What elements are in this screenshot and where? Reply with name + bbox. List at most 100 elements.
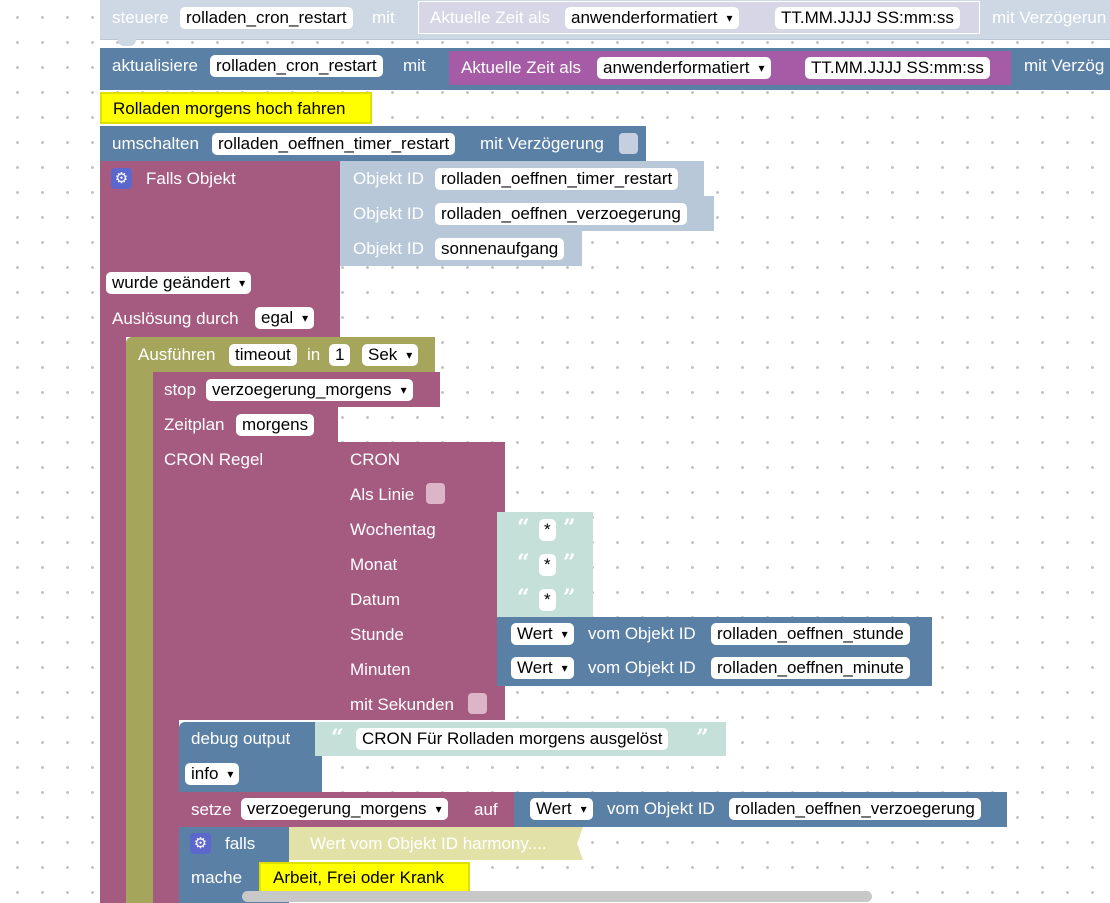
falls-condition-text: Wert vom Objekt ID harmony.... — [310, 834, 547, 853]
monat-value-field[interactable]: * — [539, 554, 556, 576]
aktualisiere-mit-label: mit — [403, 56, 426, 75]
aktualisiere-format-field[interactable]: TT.MM.JJJJ SS:mm:ss — [805, 57, 990, 79]
minuten-wert-dropdown[interactable]: Wert — [511, 657, 574, 679]
minuten-label: Minuten — [350, 660, 411, 679]
gear-icon[interactable]: ⚙ — [111, 168, 132, 189]
aktualisiere-time-block[interactable]: Aktuelle Zeit als anwenderformatiert TT.… — [449, 51, 1011, 85]
zeitplan-block[interactable]: Zeitplan morgens — [153, 407, 338, 442]
mache-label: mache — [191, 868, 243, 887]
aktualisiere-label: aktualisiere — [112, 56, 198, 75]
cron-block[interactable]: CRON Als Linie Wochentag Monat Datum Stu… — [338, 442, 505, 720]
mit-sekunden-label: mit Sekunden — [350, 695, 454, 714]
ausfuehren-block[interactable]: Ausführen timeout in 1 Sek — [126, 337, 435, 372]
steuere-time-block[interactable]: Aktuelle Zeit als anwenderformatiert TT.… — [418, 1, 980, 34]
ausfuehren-label: Ausführen — [138, 345, 216, 364]
debug-output-block[interactable]: debug output info — [179, 722, 322, 792]
datum-value-field[interactable]: * — [539, 589, 556, 611]
wochentag-value-field[interactable]: * — [539, 519, 556, 541]
ausloesung-label: Auslösung durch — [112, 309, 239, 328]
stunde-wert-block[interactable]: Wert vom Objekt ID rolladen_oeffnen_stun… — [497, 617, 932, 652]
monat-text-block[interactable]: “ * ” — [497, 547, 593, 582]
setze-block[interactable]: setze verzoegerung_morgens auf — [179, 792, 521, 827]
steuere-format-field[interactable]: TT.MM.JJJJ SS:mm:ss — [775, 7, 960, 29]
steuere-connector — [118, 38, 136, 46]
minuten-objekt-id-field[interactable]: rolladen_oeffnen_minute — [711, 657, 910, 679]
horizontal-scrollbar[interactable] — [242, 891, 872, 902]
stunde-vom-objekt-label: vom Objekt ID — [588, 624, 696, 643]
debug-text-field[interactable]: CRON Für Rolladen morgens ausgelöst — [356, 728, 669, 750]
falls-label: falls — [225, 834, 256, 853]
stunde-label: Stunde — [350, 625, 404, 644]
debug-text-block[interactable]: “ CRON Für Rolladen morgens ausgelöst ” — [315, 722, 726, 756]
falls-objekt-label: Falls Objekt — [146, 169, 236, 188]
comment-rolladen-morgens[interactable]: Rolladen morgens hoch fahren — [100, 92, 372, 124]
zeitplan-name-field[interactable]: morgens — [236, 414, 315, 436]
quote-open-icon: “ — [517, 550, 530, 576]
quote-close-icon: ” — [563, 550, 576, 576]
umschalten-label: umschalten — [112, 134, 199, 153]
aktualisiere-time-label: Aktuelle Zeit als — [461, 58, 581, 77]
steuere-variable-field[interactable]: rolladen_cron_restart — [180, 7, 353, 29]
quote-close-icon: ” — [696, 725, 709, 751]
wochentag-text-block[interactable]: “ * ” — [497, 512, 593, 547]
cron-label: CRON — [350, 450, 401, 469]
zeitplan-label: Zeitplan — [164, 415, 225, 434]
objekt-id-block-1[interactable]: Objekt ID rolladen_oeffnen_timer_restart — [340, 161, 704, 196]
steuere-format-dropdown[interactable]: anwenderformatiert — [565, 7, 739, 29]
amount-field[interactable]: 1 — [329, 344, 351, 366]
als-linie-checkbox[interactable] — [426, 483, 445, 504]
falls-comment[interactable]: Arbeit, Frei oder Krank — [259, 862, 470, 894]
unit-dropdown[interactable]: Sek — [362, 344, 419, 366]
als-linie-label: Als Linie — [350, 485, 415, 504]
minuten-vom-objekt-label: vom Objekt ID — [588, 658, 696, 677]
trigger-dropdown[interactable]: wurde geändert — [106, 272, 252, 294]
aktualisiere-block[interactable]: aktualisiere rolladen_cron_restart mit A… — [100, 48, 1110, 90]
quote-open-icon: “ — [331, 725, 344, 751]
zeitplan-spine — [153, 720, 179, 903]
umschalten-variable-field[interactable]: rolladen_oeffnen_timer_restart — [212, 133, 456, 155]
gear-icon[interactable]: ⚙ — [190, 833, 211, 854]
debug-output-label: debug output — [191, 729, 291, 748]
comment-text: Rolladen morgens hoch fahren — [113, 99, 346, 118]
setze-wert-block[interactable]: Wert vom Objekt ID rolladen_oeffnen_verz… — [514, 792, 1007, 827]
ausfuehren-spine — [126, 372, 153, 903]
setze-wert-dropdown[interactable]: Wert — [530, 798, 593, 820]
datum-label: Datum — [350, 590, 401, 609]
aktualisiere-delay-label: mit Verzög — [1024, 56, 1105, 75]
wochentag-label: Wochentag — [350, 520, 436, 539]
objekt-id-label: Objekt ID — [353, 169, 424, 188]
stop-variable-dropdown[interactable]: verzoegerung_morgens — [206, 379, 413, 401]
steuere-delay-label: mit Verzögerun — [992, 8, 1107, 27]
steuere-time-label: Aktuelle Zeit als — [430, 8, 550, 27]
stunde-objekt-id-field[interactable]: rolladen_oeffnen_stunde — [711, 623, 910, 645]
aktualisiere-variable-field[interactable]: rolladen_cron_restart — [210, 55, 383, 77]
setze-objekt-id-field[interactable]: rolladen_oeffnen_verzoegerung — [729, 798, 981, 820]
steuere-label: steuere — [112, 8, 169, 27]
cron-regel-block[interactable]: CRON Regel — [153, 442, 338, 720]
objekt-id-block-3[interactable]: Objekt ID sonnenaufgang — [340, 231, 582, 266]
stop-label: stop — [164, 380, 197, 399]
objekt-id-field[interactable]: sonnenaufgang — [435, 238, 565, 260]
umschalten-delay-checkbox[interactable] — [619, 133, 638, 154]
setze-variable-dropdown[interactable]: verzoegerung_morgens — [241, 798, 448, 820]
timer-name-field[interactable]: timeout — [229, 344, 297, 366]
falls-condition-collapsed[interactable]: Wert vom Objekt ID harmony.... — [289, 827, 583, 860]
objekt-id-field[interactable]: rolladen_oeffnen_timer_restart — [435, 168, 679, 190]
debug-level-dropdown[interactable]: info — [185, 763, 240, 785]
steuere-block[interactable]: steuere rolladen_cron_restart mit Aktuel… — [100, 0, 1110, 40]
monat-label: Monat — [350, 555, 398, 574]
objekt-id-block-2[interactable]: Objekt ID rolladen_oeffnen_verzoegerung — [340, 196, 714, 231]
minuten-wert-block[interactable]: Wert vom Objekt ID rolladen_oeffnen_minu… — [497, 652, 932, 686]
aktualisiere-format-dropdown[interactable]: anwenderformatiert — [597, 57, 771, 79]
objekt-id-field[interactable]: rolladen_oeffnen_verzoegerung — [435, 203, 687, 225]
mit-sekunden-checkbox[interactable] — [468, 693, 487, 714]
ausloesung-dropdown[interactable]: egal — [255, 307, 315, 329]
quote-open-icon: “ — [517, 585, 530, 611]
datum-text-block[interactable]: “ * ” — [497, 582, 593, 617]
objekt-id-label: Objekt ID — [353, 204, 424, 223]
umschalten-block[interactable]: umschalten rolladen_oeffnen_timer_restar… — [100, 126, 646, 161]
stop-block[interactable]: stop verzoegerung_morgens — [153, 372, 440, 407]
falls-objekt-block[interactable]: ⚙ Falls Objekt wurde geändert Auslösung … — [100, 161, 340, 337]
stunde-wert-dropdown[interactable]: Wert — [511, 623, 574, 645]
cron-regel-label: CRON Regel — [164, 450, 264, 469]
